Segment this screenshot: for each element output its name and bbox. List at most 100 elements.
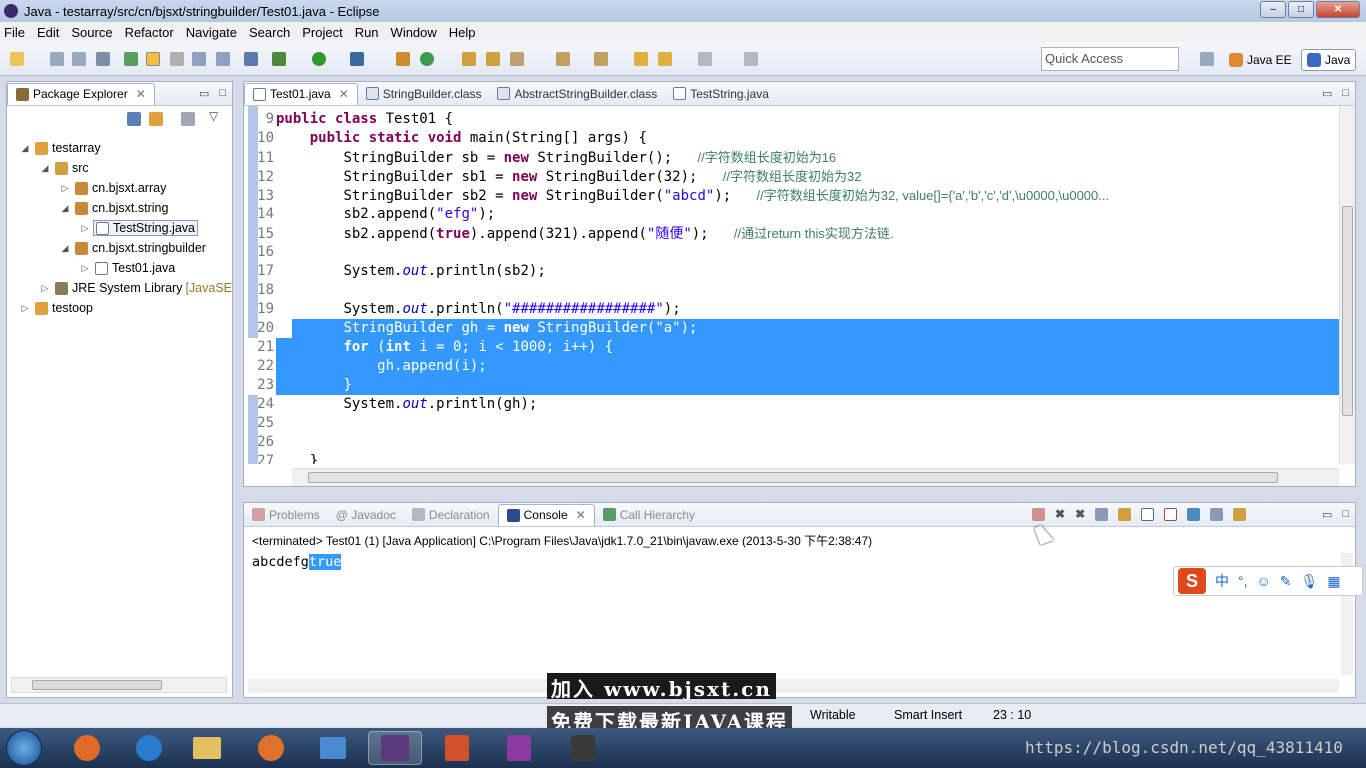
maximize-button[interactable]: □	[1288, 1, 1314, 18]
taskbar-app-ie[interactable]	[122, 731, 176, 765]
ime-toolbox-icon[interactable]: ▦	[1327, 573, 1340, 590]
close-tab-icon[interactable]: ✕	[136, 87, 146, 101]
menu-project[interactable]: Project	[302, 25, 342, 40]
tree-item-src[interactable]: ◢ src	[7, 158, 232, 178]
pin-editor-icon[interactable]	[744, 52, 758, 66]
code-line[interactable]: 9 public class Test01 {	[244, 110, 1339, 129]
maximize-icon[interactable]: □	[219, 87, 226, 100]
twisty-icon[interactable]: ▷	[59, 183, 71, 194]
ime-handwriting-icon[interactable]: ✎	[1280, 573, 1292, 590]
code-line[interactable]: 25	[244, 414, 1339, 433]
block-select-icon[interactable]	[170, 52, 184, 66]
run-icon[interactable]	[312, 52, 326, 66]
external-tools-icon[interactable]	[350, 52, 364, 66]
perspective-java-ee[interactable]: Java EE	[1224, 49, 1297, 71]
taskbar-app-powerpoint[interactable]	[430, 731, 484, 765]
code-line[interactable]: 13 StringBuilder sb2 = new StringBuilder…	[244, 186, 1339, 205]
code-line[interactable]: 16	[244, 243, 1339, 262]
open-task-icon[interactable]	[486, 52, 500, 66]
skip-breakpoints-icon[interactable]	[244, 52, 258, 66]
taskbar-app-recorder[interactable]	[556, 731, 610, 765]
tab-problems[interactable]: Problems	[244, 504, 328, 526]
debug-icon[interactable]	[272, 52, 286, 66]
code-line[interactable]: 18	[244, 281, 1339, 300]
open-type-icon[interactable]	[462, 52, 476, 66]
minimize-icon[interactable]: ▭	[1322, 508, 1332, 521]
clear-console-icon[interactable]	[1095, 507, 1109, 521]
code-line[interactable]: 14 sb2.append("efg");	[244, 205, 1339, 224]
tab-javadoc[interactable]: @ Javadoc	[328, 504, 404, 526]
tree-item-cn-bjsxt-stringbuilder[interactable]: ◢ cn.bjsxt.stringbuilder	[7, 238, 232, 258]
tree-item-teststring-java[interactable]: ▷ TestString.java	[7, 218, 232, 238]
twisty-icon[interactable]: ◢	[59, 203, 71, 214]
maximize-icon[interactable]: □	[1342, 508, 1349, 521]
forward-icon[interactable]	[698, 52, 712, 66]
tree-item-testarray[interactable]: ◢ testarray	[7, 138, 232, 158]
remove-all-icon[interactable]: ✖	[1075, 507, 1085, 521]
focus-icon[interactable]	[181, 112, 195, 126]
remove-launch-icon[interactable]: ✖	[1055, 507, 1065, 521]
twisty-icon[interactable]: ◢	[39, 163, 51, 174]
ime-emoji-icon[interactable]: ☺	[1257, 573, 1271, 589]
minimize-button[interactable]: –	[1260, 1, 1286, 18]
twisty-icon[interactable]: ▷	[79, 263, 91, 274]
save-icon[interactable]	[50, 52, 64, 66]
code-line[interactable]: 23 }	[244, 376, 1339, 395]
code-line[interactable]: 27 }	[244, 452, 1339, 464]
tab-package-explorer[interactable]: Package Explorer ✕	[7, 82, 155, 105]
code-line[interactable]: 21 for (int i = 0; i < 1000; i++) {	[244, 338, 1339, 357]
taskbar-app-control[interactable]	[306, 731, 360, 765]
scroll-thumb[interactable]	[308, 472, 1278, 483]
twisty-icon[interactable]: ▷	[79, 223, 91, 234]
menu-edit[interactable]: Edit	[37, 25, 59, 40]
code-editor[interactable]: 9 public class Test01 { 10 public static …	[244, 106, 1355, 464]
maximize-icon[interactable]: □	[1342, 87, 1349, 100]
code-line[interactable]: 20 StringBuilder gh = new StringBuilder(…	[244, 319, 1339, 338]
show-whitespace-icon[interactable]	[192, 52, 206, 66]
tab-console[interactable]: Console ✕	[497, 503, 595, 526]
vertical-scrollbar[interactable]	[1339, 106, 1355, 464]
close-button[interactable]: ✕	[1316, 1, 1360, 18]
horizontal-scrollbar[interactable]	[292, 468, 1339, 486]
menu-window[interactable]: Window	[391, 25, 437, 40]
ime-punctuation[interactable]: °,	[1238, 573, 1248, 589]
close-tab-icon[interactable]: ✕	[576, 508, 586, 522]
menu-source[interactable]: Source	[71, 25, 112, 40]
menu-file[interactable]: File	[4, 25, 25, 40]
code-line[interactable]: 26	[244, 433, 1339, 452]
tree-item-testoop[interactable]: ▷ testoop	[7, 298, 232, 318]
minimize-icon[interactable]: ▭	[1322, 87, 1332, 100]
tree-item-jre-library[interactable]: ▷ JRE System Library [JavaSE	[7, 278, 232, 298]
taskbar-app-eclipse[interactable]	[368, 731, 422, 765]
print-icon[interactable]	[96, 52, 110, 66]
scroll-lock-icon[interactable]	[1118, 507, 1132, 521]
new-package-icon[interactable]	[396, 52, 410, 66]
collapse-all-icon[interactable]	[127, 112, 141, 126]
ime-toolbar[interactable]: S 中 °, ☺ ✎ 🎙 ▦	[1173, 566, 1363, 596]
twisty-icon[interactable]: ▷	[19, 303, 31, 314]
code-line[interactable]: 17 System.out.println(sb2);	[244, 262, 1339, 281]
code-line[interactable]: 22 gh.append(i);	[244, 357, 1339, 376]
start-button-icon[interactable]	[6, 730, 42, 766]
tab-stringbuilder-class[interactable]: StringBuilder.class	[358, 83, 490, 105]
display-console-icon[interactable]	[1210, 507, 1224, 521]
menu-run[interactable]: Run	[355, 25, 379, 40]
taskbar-app-explorer[interactable]	[180, 731, 234, 765]
show-source-icon[interactable]	[216, 52, 230, 66]
tree-item-cn-bjsxt-array[interactable]: ▷ cn.bjsxt.array	[7, 178, 232, 198]
mark-occurrences-icon[interactable]	[146, 52, 160, 66]
link-with-editor-icon[interactable]	[149, 112, 163, 126]
tree-item-cn-bjsxt-string[interactable]: ◢ cn.bjsxt.string	[7, 198, 232, 218]
last-edit-icon[interactable]	[634, 52, 648, 66]
save-all-icon[interactable]	[72, 52, 86, 66]
code-line[interactable]: 11 StringBuilder sb = new StringBuilder(…	[244, 148, 1339, 167]
tab-call-hierarchy[interactable]: Call Hierarchy	[595, 504, 703, 526]
toggle-icon[interactable]	[124, 52, 138, 66]
menu-search[interactable]: Search	[249, 25, 290, 40]
horizontal-scrollbar[interactable]	[248, 679, 1339, 693]
close-tab-icon[interactable]: ✕	[339, 87, 349, 101]
tab-declaration[interactable]: Declaration	[404, 504, 498, 526]
scroll-thumb[interactable]	[32, 680, 162, 690]
view-menu-icon[interactable]: ▽	[209, 109, 218, 123]
search-icon[interactable]	[510, 52, 524, 66]
